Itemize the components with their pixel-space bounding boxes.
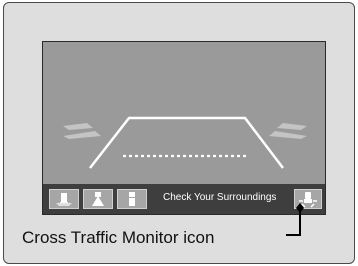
- callout-leader-line: [286, 203, 304, 236]
- callout-label: Cross Traffic Monitor icon: [22, 228, 215, 247]
- figure-frame: Check Your Surroundings Cross Traffic Mo…: [3, 2, 355, 264]
